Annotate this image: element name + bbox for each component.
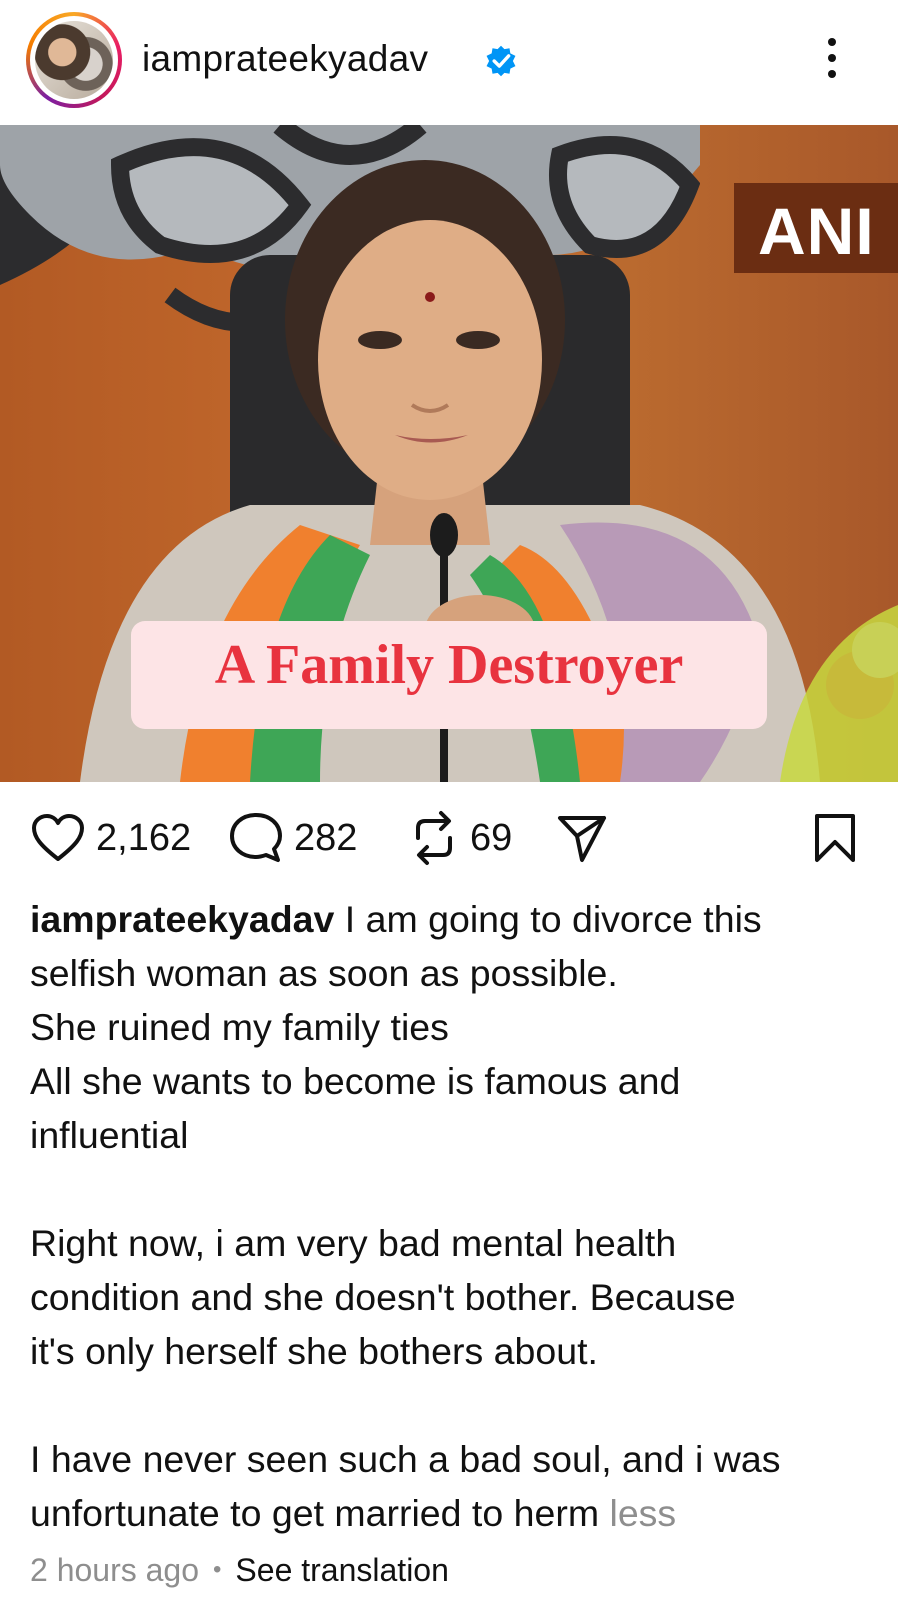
- profile-avatar[interactable]: [26, 12, 122, 108]
- comment-count: 282: [294, 816, 358, 859]
- overlay-caption-text: A Family Destroyer: [214, 634, 684, 696]
- caption-line: influential: [30, 1114, 189, 1156]
- heart-icon: [32, 814, 84, 861]
- send-paper-plane-icon: [558, 816, 606, 862]
- post-header: iamprateekyadav: [0, 0, 898, 125]
- caption-line: I am going to divorce this: [344, 898, 762, 940]
- caption-line: I have never seen such a bad soul, and i…: [30, 1438, 781, 1480]
- caption-line: She ruined my family ties: [30, 1006, 449, 1048]
- caption-line: selfish woman as soon as possible.: [30, 952, 618, 994]
- repost-icon: [416, 811, 452, 865]
- like-button[interactable]: 2,162: [30, 800, 191, 876]
- profile-username[interactable]: iamprateekyadav: [142, 38, 428, 80]
- more-options-icon[interactable]: [826, 38, 838, 82]
- verified-badge-icon: [486, 45, 516, 77]
- bookmark-icon: [815, 814, 855, 862]
- caption-line: it's only herself she bothers about.: [30, 1330, 598, 1372]
- avatar-photo: [35, 21, 113, 99]
- meta-separator: •: [213, 1556, 222, 1583]
- comment-bubble-icon: [230, 813, 282, 862]
- caption-username[interactable]: iamprateekyadav: [30, 898, 334, 940]
- caption-line: Right now, i am very bad mental health: [30, 1222, 677, 1264]
- post-timestamp: 2 hours ago: [30, 1552, 200, 1588]
- post-image[interactable]: ANI A Family Destroyer: [0, 125, 898, 782]
- caption-line: condition and she doesn't bother. Becaus…: [30, 1276, 736, 1318]
- comment-button[interactable]: 282: [228, 800, 357, 876]
- post-meta: 2 hours ago • See translation: [30, 1552, 449, 1589]
- repost-count: 69: [470, 816, 513, 859]
- share-button[interactable]: [556, 800, 608, 876]
- see-translation-link[interactable]: See translation: [235, 1552, 448, 1588]
- action-bar: 2,162 282 69: [0, 800, 898, 876]
- post-caption: iamprateekyadav I am going to divorce th…: [30, 892, 880, 1540]
- like-count: 2,162: [96, 816, 192, 859]
- caption-line: All she wants to become is famous and: [30, 1060, 681, 1102]
- caption-line: unfortunate to get married to herm: [30, 1492, 600, 1534]
- less-link[interactable]: less: [609, 1492, 676, 1534]
- save-button[interactable]: [812, 800, 858, 876]
- repost-button[interactable]: 69: [408, 800, 512, 876]
